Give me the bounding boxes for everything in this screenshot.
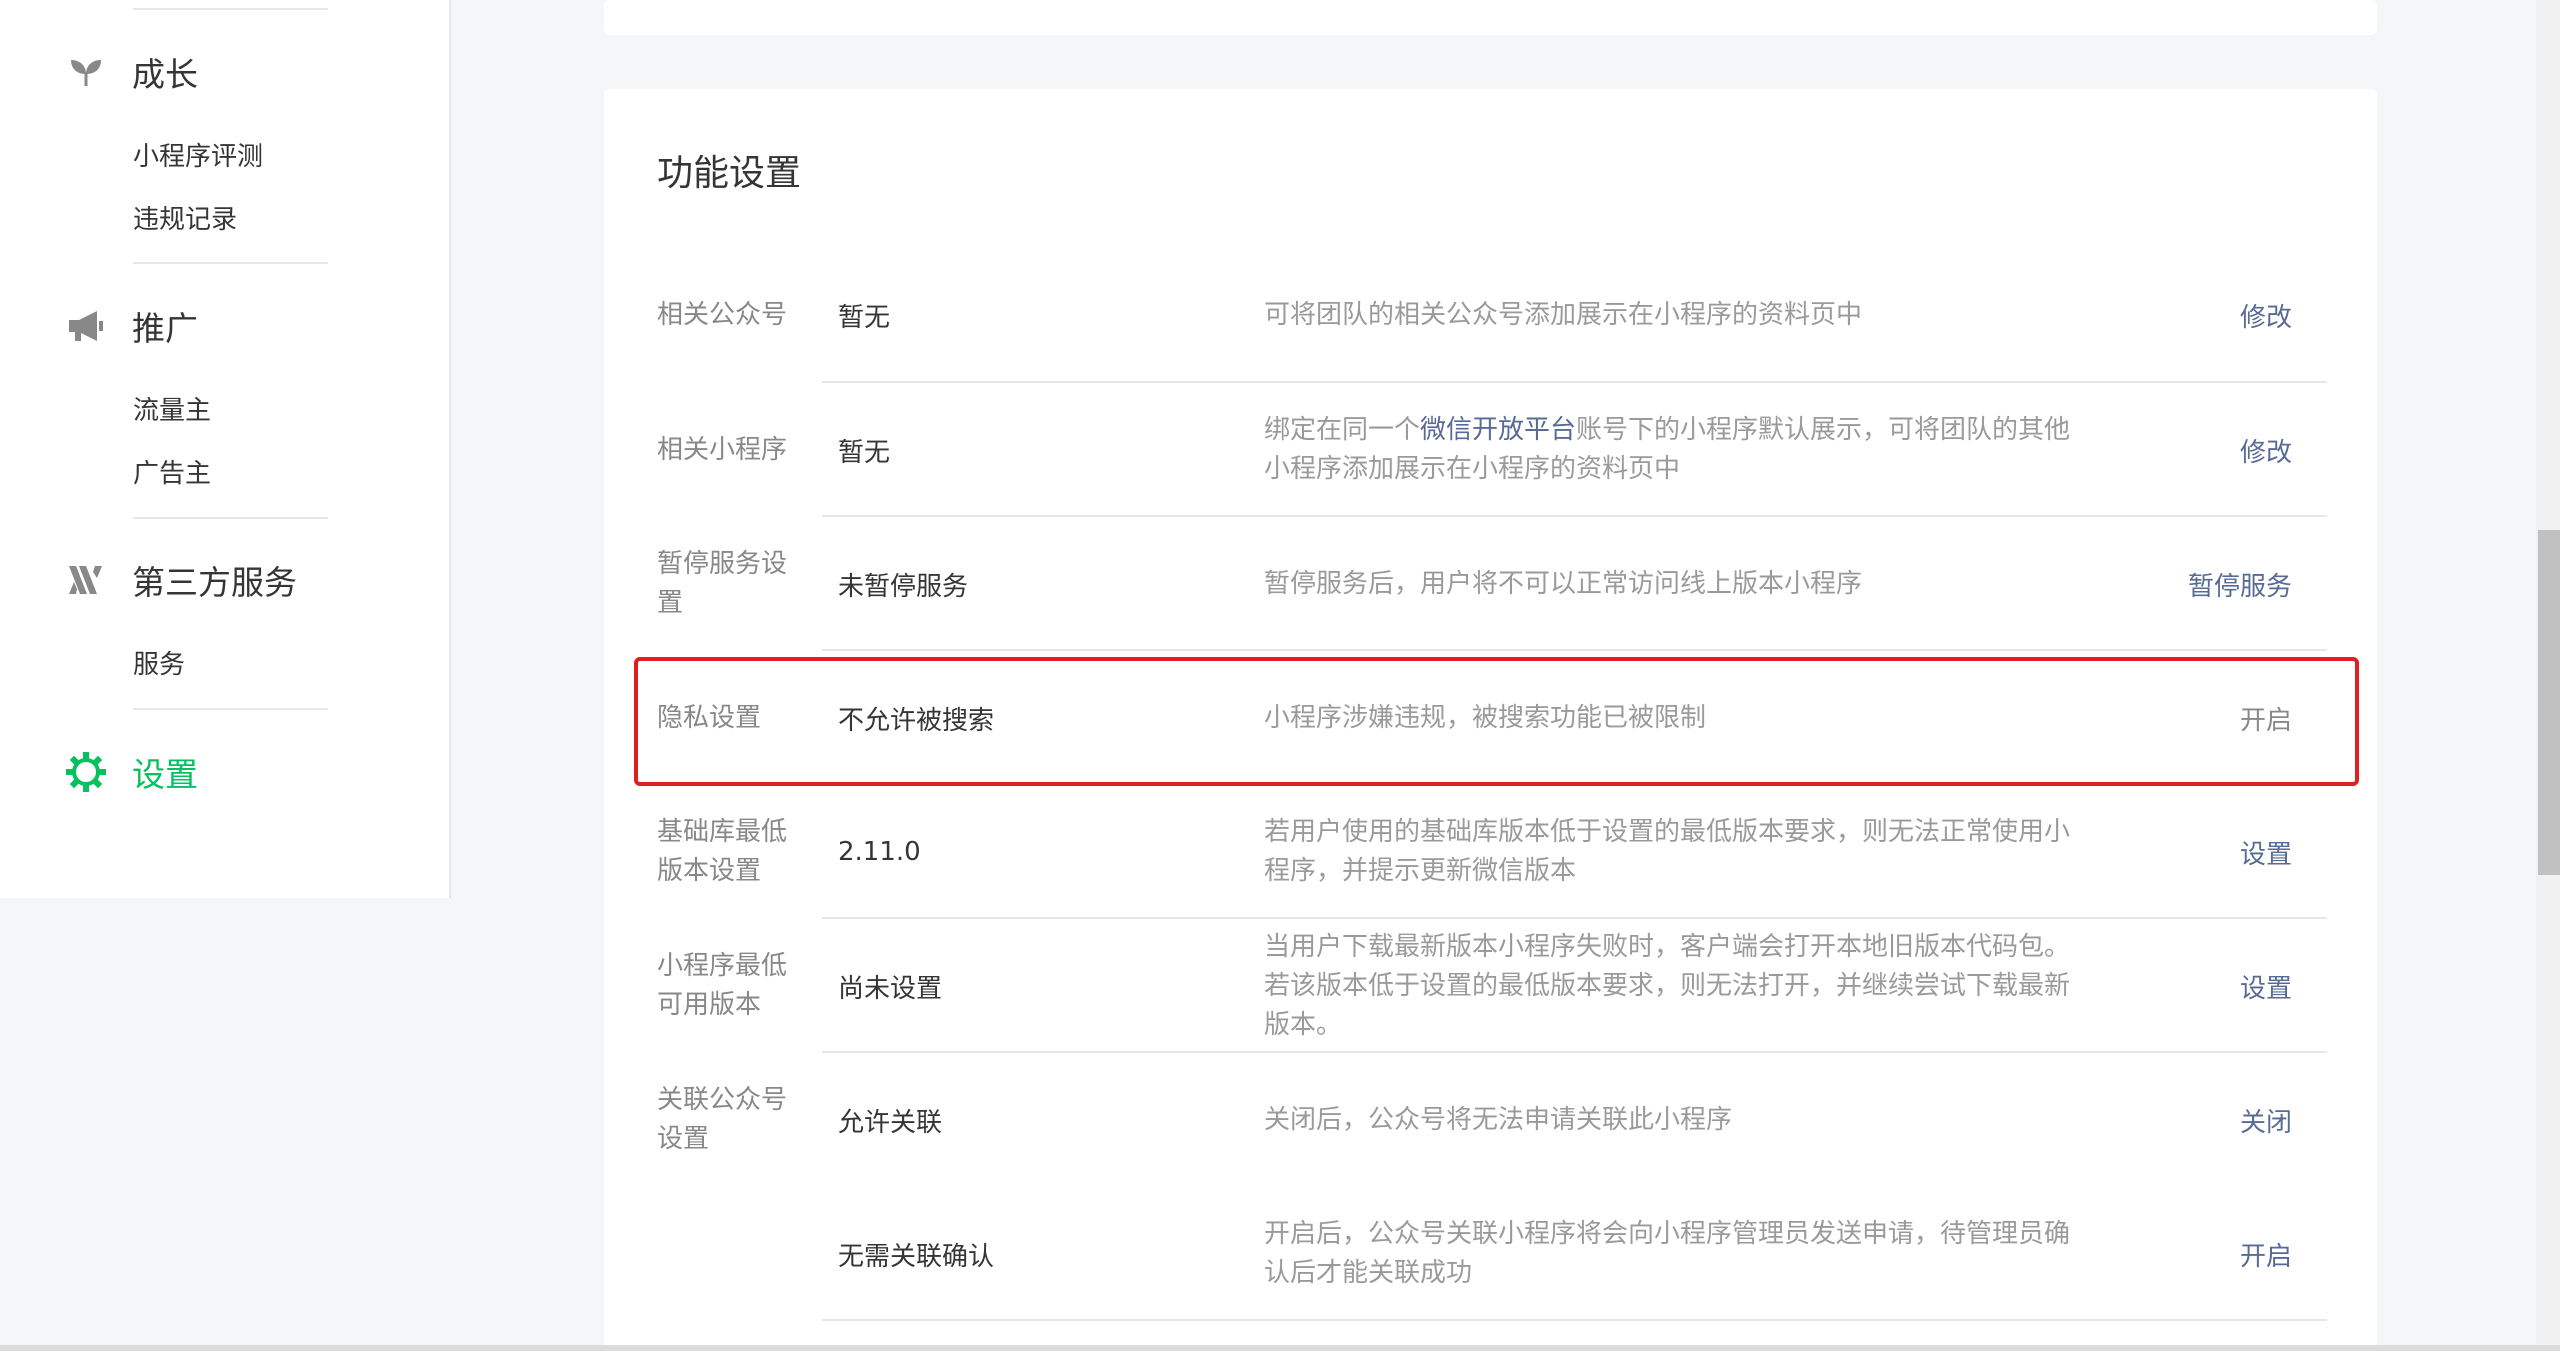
sidebar-item-traffic-owner[interactable]: 流量主 — [133, 393, 211, 429]
vertical-scrollbar-thumb[interactable] — [2538, 530, 2560, 875]
settings-row-min-base-library-version: 基础库最低版本设置 2.11.0 若用户使用的基础库版本低于设置的最低版本要求，… — [657, 785, 2327, 919]
sidebar-item-services[interactable]: 服务 — [133, 647, 185, 683]
row-label: 相关小程序 — [657, 434, 788, 465]
row-value: 无需关联确认 — [838, 1241, 995, 1272]
sidebar-category-label: 第三方服务 — [132, 563, 297, 602]
section-title: 功能设置 — [657, 153, 802, 194]
row-description: 关闭后，公众号将无法申请关联此小程序 — [1264, 1104, 1733, 1135]
bottom-edge — [0, 1345, 2560, 1351]
sidebar-category-label: 推广 — [132, 309, 198, 348]
sidebar-category-label: 成长 — [132, 55, 198, 94]
row-description: 当用户下载最新版本小程序失败时，客户端会打开本地旧版本代码包。若该版本低于设置的… — [1264, 931, 2071, 1040]
sidebar-item-violation-records[interactable]: 违规记录 — [133, 202, 237, 238]
settings-row-linked-official-account: 关联公众号设置 允许关联 关闭后，公众号将无法申请关联此小程序 关闭 — [657, 1053, 2327, 1187]
settings-row-related-mini-program: 相关小程序 暂无 绑定在同一个微信开放平台账号下的小程序默认展示，可将团队的其他… — [657, 383, 2327, 517]
row-label: 关联公众号设置 — [657, 1085, 788, 1154]
row-value: 2.11.0 — [838, 837, 921, 867]
page-root: 成长 小程序评测 违规记录 推广 流量主 广告主 第三方服务 服务 设置 功能设… — [0, 0, 2560, 1351]
row-label: 小程序最低可用版本 — [657, 951, 788, 1020]
row-divider — [822, 1319, 2327, 1321]
row-description: 暂停服务后，用户将不可以正常访问线上版本小程序 — [1264, 568, 1863, 599]
sidebar-divider — [133, 262, 328, 264]
row-value: 暂无 — [838, 302, 891, 333]
wechat-open-platform-link[interactable]: 微信开放平台 — [1420, 415, 1576, 445]
row-description: 绑定在同一个微信开放平台账号下的小程序默认展示，可将团队的其他小程序添加展示在小… — [1264, 383, 2084, 517]
sidebar: 成长 小程序评测 违规记录 推广 流量主 广告主 第三方服务 服务 设置 — [0, 0, 451, 898]
sidebar-category-settings[interactable]: 设置 — [64, 750, 198, 794]
sidebar-divider — [133, 8, 328, 10]
sidebar-category-promotion[interactable]: 推广 — [64, 304, 198, 348]
row-label: 暂停服务设置 — [657, 549, 788, 618]
settings-row-related-official-account: 相关公众号 暂无 可将团队的相关公众号添加展示在小程序的资料页中 修改 — [657, 247, 2327, 383]
modify-button[interactable]: 修改 — [2107, 383, 2327, 517]
row-description: 若用户使用的基础库版本低于设置的最低版本要求，则无法正常使用小程序，并提示更新微… — [1264, 817, 2071, 886]
settings-row-pause-service: 暂停服务设置 未暂停服务 暂停服务后，用户将不可以正常访问线上版本小程序 暂停服… — [657, 517, 2327, 651]
close-button[interactable]: 关闭 — [2107, 1053, 2327, 1187]
modify-button[interactable]: 修改 — [2107, 247, 2327, 383]
sidebar-item-mini-program-review[interactable]: 小程序评测 — [133, 139, 263, 175]
enable-button[interactable]: 开启 — [2107, 1187, 2327, 1321]
third-party-icon — [64, 558, 108, 602]
sidebar-divider — [133, 517, 328, 519]
settings-row-min-available-version: 小程序最低可用版本 尚未设置 当用户下载最新版本小程序失败时，客户端会打开本地旧… — [657, 919, 2327, 1053]
settings-row-link-confirmation: 无需关联确认 开启后，公众号关联小程序将会向小程序管理员发送申请，待管理员确认后… — [657, 1187, 2327, 1321]
row-description: 可将团队的相关公众号添加展示在小程序的资料页中 — [1264, 299, 1863, 330]
row-description: 开启后，公众号关联小程序将会向小程序管理员发送申请，待管理员确认后才能关联成功 — [1264, 1219, 2071, 1288]
highlight-box — [634, 657, 2359, 786]
row-label: 基础库最低版本设置 — [657, 817, 788, 886]
description-text: 绑定在同一个 — [1264, 415, 1421, 445]
sidebar-divider — [133, 708, 328, 710]
row-label: 相关公众号 — [657, 299, 788, 330]
leaf-icon — [64, 50, 108, 94]
previous-section-card — [604, 0, 2377, 35]
sidebar-category-growth[interactable]: 成长 — [64, 50, 198, 94]
row-label — [657, 1187, 797, 1321]
sidebar-category-third-party[interactable]: 第三方服务 — [64, 558, 297, 602]
megaphone-icon — [64, 304, 108, 348]
gear-icon — [64, 750, 108, 794]
pause-service-button[interactable]: 暂停服务 — [2107, 517, 2327, 651]
row-value: 未暂停服务 — [838, 571, 969, 602]
set-button[interactable]: 设置 — [2107, 919, 2327, 1053]
row-value: 暂无 — [838, 437, 891, 468]
row-value: 尚未设置 — [838, 973, 943, 1004]
row-value: 允许关联 — [838, 1107, 943, 1138]
sidebar-category-label: 设置 — [132, 755, 198, 794]
set-button[interactable]: 设置 — [2107, 785, 2327, 919]
sidebar-item-advertiser[interactable]: 广告主 — [133, 456, 211, 492]
